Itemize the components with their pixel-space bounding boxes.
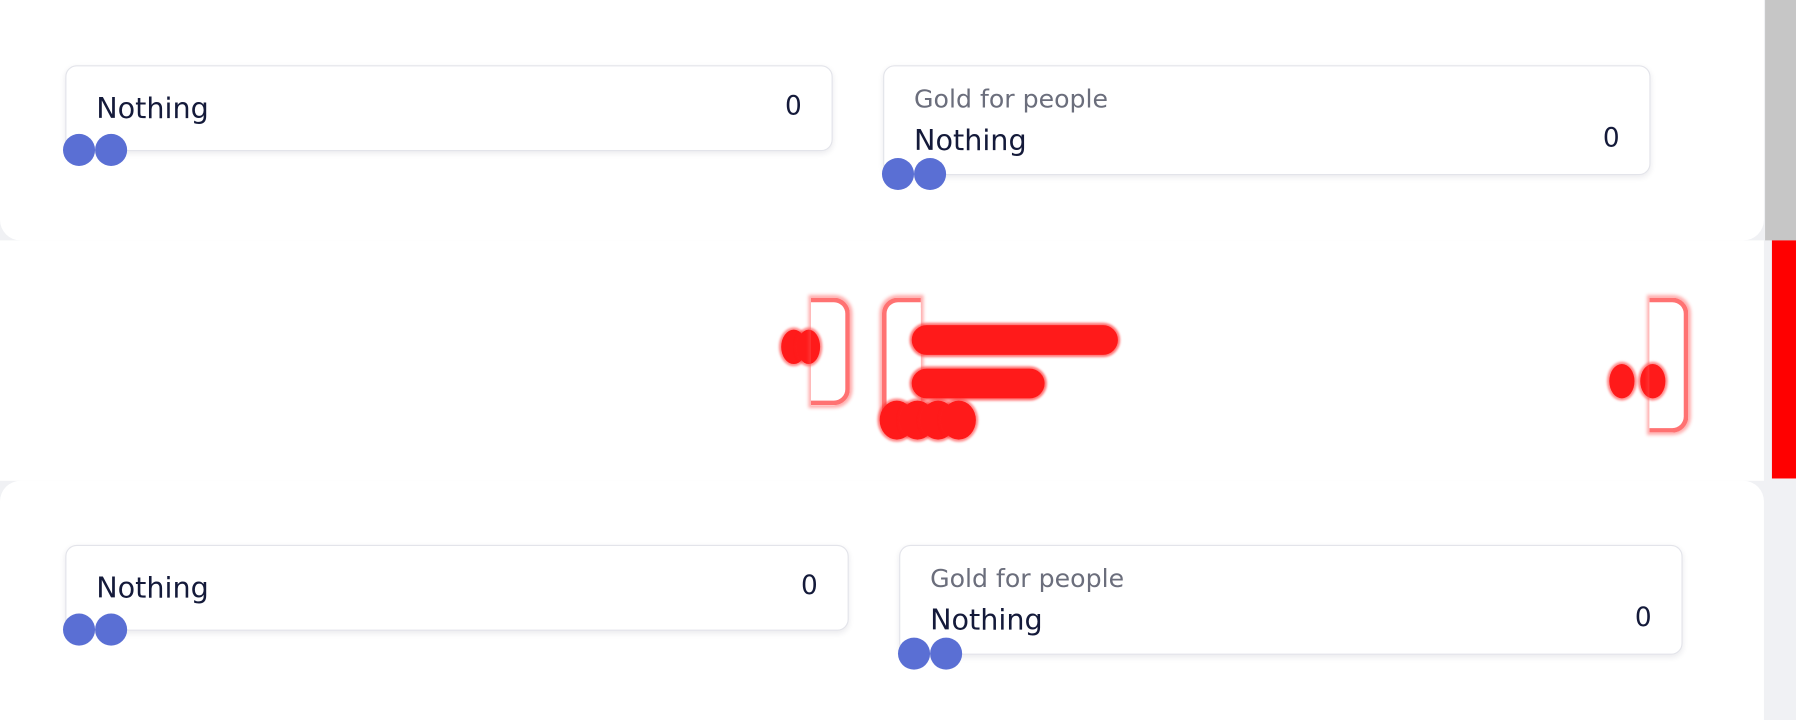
top-left-card[interactable]: Nothing 0 [65,65,833,152]
bottom-right-card-sublabel: Gold for people [930,565,1125,595]
artifact-bracket [810,297,850,406]
artifact-dot [1609,364,1635,399]
handle-dot-icon[interactable] [897,637,931,670]
handle-dot-icon[interactable] [914,157,947,191]
bottom-left-card-label: Nothing [96,571,209,605]
artifact-circles [879,400,976,440]
top-right-card[interactable]: Gold for people Nothing 0 [883,65,1651,176]
bottom-left-card[interactable]: Nothing 0 [65,544,849,631]
top-left-card-label: Nothing [96,91,209,125]
top-panel: Nothing 0 Gold for people Nothing 0 [0,0,1764,241]
bottom-panel: Nothing 0 Gold for people Nothing 0 [0,480,1764,720]
top-right-card-sublabel: Gold for people [914,85,1109,115]
top-right-card-value: 0 [1602,123,1620,154]
bottom-right-card[interactable]: Gold for people Nothing 0 [899,544,1683,655]
handle-dot-icon[interactable] [95,613,128,646]
top-left-card-value: 0 [785,91,802,122]
artifact-bracket [1649,297,1689,433]
bottom-left-handles [62,613,128,646]
handle-dot-icon[interactable] [95,133,128,166]
bottom-right-card-value: 0 [1634,603,1652,634]
canvas: Nothing 0 Gold for people Nothing 0 Noth… [0,0,1796,720]
bottom-right-handles [897,637,963,670]
scrollbar-thumb[interactable] [1765,0,1796,241]
scrollbar-track-highlight[interactable] [1771,240,1796,479]
top-left-handles [62,133,128,166]
handle-dot-icon[interactable] [930,637,963,670]
handle-dot-icon[interactable] [881,157,915,191]
top-right-handles [881,157,947,191]
artifact-blob [911,325,1118,355]
middle-panel [0,240,1764,481]
bottom-right-card-label: Nothing [930,603,1043,637]
handle-dot-icon[interactable] [62,133,96,166]
top-right-card-label: Nothing [914,123,1027,157]
artifact-blob [911,368,1045,399]
bottom-left-card-value: 0 [801,571,818,601]
handle-dot-icon[interactable] [62,613,96,646]
